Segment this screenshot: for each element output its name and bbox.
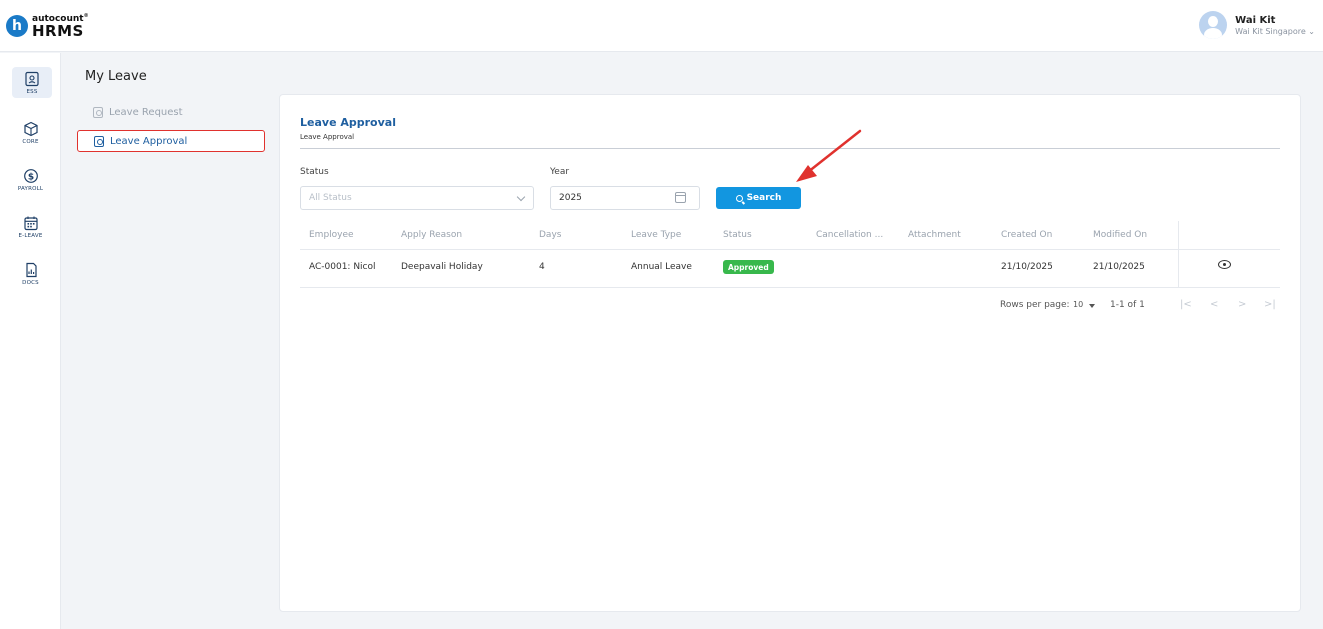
next-page-button[interactable]: > [1238,299,1246,310]
cell-created-on: 21/10/2025 [1001,262,1053,272]
user-company[interactable]: Wai Kit Singapore ⌄ [1235,27,1315,36]
subnav-label: Leave Request [109,106,183,118]
col-header-status[interactable]: Status [723,230,752,240]
calendar-icon [23,216,38,231]
caret-down-icon[interactable] [1089,304,1095,308]
divider [300,148,1280,149]
view-eye-icon[interactable] [1218,260,1231,269]
nav-label-ess: ESS [26,89,38,95]
logo-reg: ® [83,12,89,19]
cell-days: 4 [539,262,545,272]
status-label: Status [300,167,329,177]
top-bar: h autocount® HRMS Wai Kit Wai Kit Singap… [0,0,1323,52]
status-input[interactable] [309,193,533,203]
search-button[interactable]: Search [716,187,801,209]
col-header-apply-reason[interactable]: Apply Reason [401,230,462,240]
docs-icon [25,262,37,278]
prev-page-button[interactable]: < [1210,299,1218,310]
card-breadcrumb: Leave Approval [300,133,355,141]
leave-approval-card: Leave Approval Leave Approval Status Yea… [279,94,1301,612]
first-page-button[interactable]: |< [1180,299,1192,310]
avatar[interactable] [1199,11,1228,39]
col-header-employee[interactable]: Employee [309,230,354,240]
year-field[interactable] [550,186,700,210]
search-icon [735,194,743,202]
col-header-cancellation[interactable]: Cancellation ... [816,230,883,240]
search-button-label: Search [746,193,782,203]
page-title: My Leave [85,69,147,84]
cell-apply-reason: Deepavali Holiday [401,262,483,272]
user-name: Wai Kit [1235,14,1276,26]
cell-leave-type: Annual Leave [631,262,692,272]
subnav-item-leave-request[interactable]: Leave Request [77,101,265,123]
left-nav: ESS CORE $ PAYROLL E-LEAVE DOCS [0,53,61,629]
subnav-label: Leave Approval [110,135,188,147]
rows-per-page-label: Rows per page: [1000,300,1070,310]
status-select[interactable] [300,186,534,210]
card-title: Leave Approval [300,116,396,129]
col-header-created-on[interactable]: Created On [1001,230,1052,240]
column-divider [1178,221,1179,287]
subnav-item-leave-approval[interactable]: Leave Approval [77,130,265,152]
nav-label-payroll: PAYROLL [17,186,44,192]
nav-label-e-leave: E-LEAVE [18,233,43,239]
document-icon [94,135,104,147]
col-header-days[interactable]: Days [539,230,561,240]
nav-label-docs: DOCS [22,280,39,286]
nav-item-ess[interactable]: ESS [12,67,52,98]
nav-label-core: CORE [22,139,39,145]
nav-item-core[interactable]: CORE [0,121,61,145]
pagination-range: 1-1 of 1 [1110,300,1145,310]
nav-item-docs[interactable]: DOCS [0,262,61,286]
ess-icon [25,71,39,87]
row-divider [300,287,1280,288]
cell-modified-on: 21/10/2025 [1093,262,1145,272]
user-menu[interactable]: Wai Kit Wai Kit Singapore ⌄ [1199,11,1315,39]
payroll-icon: $ [23,169,38,183]
svg-text:$: $ [27,172,33,182]
logo-bottom-text: HRMS [32,21,84,40]
status-badge: Approved [723,260,774,274]
rows-per-page-select[interactable]: 10 [1073,300,1083,309]
cell-employee: AC-0001: Nicol [309,262,376,272]
year-label: Year [550,167,570,177]
brand-logo[interactable]: h autocount® HRMS [6,10,89,42]
col-header-modified-on[interactable]: Modified On [1093,230,1147,240]
nav-item-payroll[interactable]: $ PAYROLL [0,168,61,192]
nav-item-e-leave[interactable]: E-LEAVE [0,215,61,239]
logo-mark: h [6,15,28,37]
col-header-attachment[interactable]: Attachment [908,230,961,240]
last-page-button[interactable]: >| [1264,299,1276,310]
core-icon [23,121,38,137]
calendar-icon[interactable] [675,192,686,203]
header-divider [300,249,1280,250]
col-header-leave-type[interactable]: Leave Type [631,230,681,240]
document-icon [93,106,103,118]
